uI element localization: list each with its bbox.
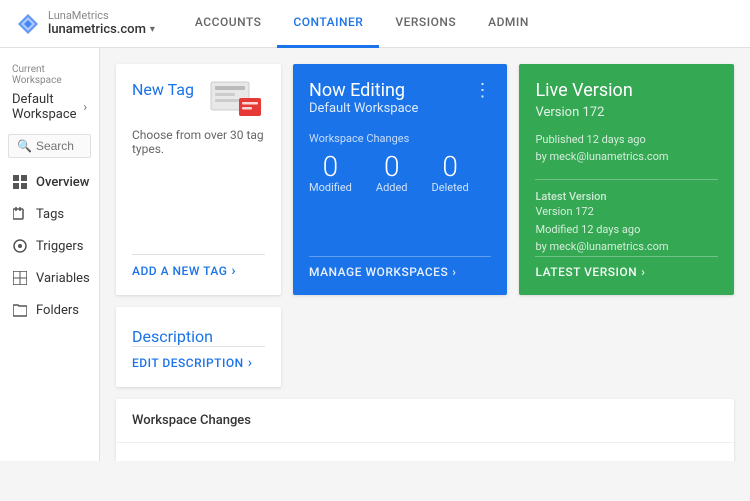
domain-chevron: ▾ <box>150 24 155 36</box>
folders-icon <box>12 302 28 318</box>
workspace-changes-label: Workspace Changes <box>309 132 491 145</box>
edit-description-link[interactable]: EDIT DESCRIPTION › <box>132 346 265 371</box>
search-input[interactable] <box>36 139 82 153</box>
link-arrow-icon: › <box>231 263 236 279</box>
new-tag-title: New Tag <box>132 80 194 99</box>
changes-row: 0 Modified 0 Added 0 Deleted <box>309 153 491 194</box>
tag-shape-icon <box>209 80 265 122</box>
live-version-title: Live Version <box>535 80 718 101</box>
logo-area: LunaMetrics lunametrics.com ▾ <box>16 9 155 38</box>
workspace-changes-body: This workspace has no changes. LEARN MOR… <box>116 442 734 461</box>
brand-domain[interactable]: lunametrics.com ▾ <box>48 22 155 38</box>
variables-icon <box>12 270 28 286</box>
workspace-changes-header[interactable]: Workspace Changes <box>116 399 734 442</box>
brand-name: LunaMetrics <box>48 9 155 22</box>
description-title: Description <box>132 323 265 346</box>
main-layout: Current Workspace Default Workspace › 🔍 … <box>0 48 750 461</box>
tab-versions[interactable]: VERSIONS <box>379 0 472 48</box>
modified-count: 0 Modified <box>309 153 352 194</box>
description-card: Description EDIT DESCRIPTION › <box>116 307 281 387</box>
new-tag-description: Choose from over 30 tag types. <box>132 128 265 242</box>
sidebar-item-triggers[interactable]: Triggers <box>0 230 99 262</box>
nav-tabs: ACCOUNTS CONTAINER VERSIONS ADMIN <box>179 0 545 48</box>
link-arrow-icon: › <box>248 355 253 371</box>
triggers-icon <box>12 238 28 254</box>
published-info: Published 12 days ago by meck@lunametric… <box>535 132 718 165</box>
latest-version-info: Version 172 Modified 12 days ago by meck… <box>535 203 718 256</box>
tab-container[interactable]: CONTAINER <box>277 0 379 48</box>
latest-version-label: Latest Version <box>535 190 718 203</box>
tab-admin[interactable]: ADMIN <box>472 0 545 48</box>
sidebar-item-tags[interactable]: Tags <box>0 198 99 230</box>
sidebar-item-variables[interactable]: Variables <box>0 262 99 294</box>
workspace-label: Current Workspace <box>0 56 99 88</box>
search-box: 🔍 <box>8 134 91 158</box>
now-editing-card: Now Editing Default Workspace ⋮ Workspac… <box>293 64 507 295</box>
workspace-name-item[interactable]: Default Workspace › <box>0 88 99 130</box>
content-area: New Tag Choose from over 30 tag types. A… <box>100 48 750 461</box>
manage-workspaces-link[interactable]: MANAGE WORKSPACES › <box>309 256 491 279</box>
top-bar: LunaMetrics lunametrics.com ▾ ACCOUNTS C… <box>0 0 750 48</box>
add-new-tag-link[interactable]: ADD A NEW TAG › <box>132 254 265 279</box>
brand-text: LunaMetrics lunametrics.com ▾ <box>48 9 155 38</box>
workspace-changes-panel: Workspace Changes This workspace has no … <box>116 399 734 461</box>
latest-version-link[interactable]: LATEST VERSION › <box>535 256 718 279</box>
live-version-number: Version 172 <box>535 105 718 120</box>
tags-icon <box>12 206 28 222</box>
live-version-card: Live Version Version 172 Published 12 da… <box>519 64 734 295</box>
search-icon: 🔍 <box>17 139 32 153</box>
overview-icon <box>12 174 28 190</box>
logo-icon <box>16 12 40 36</box>
link-arrow-icon: › <box>452 265 456 279</box>
now-editing-subtitle: Default Workspace <box>309 101 418 116</box>
divider <box>535 179 718 180</box>
sidebar-item-folders[interactable]: Folders <box>0 294 99 326</box>
sidebar: Current Workspace Default Workspace › 🔍 … <box>0 48 100 461</box>
link-arrow-icon: › <box>641 265 645 279</box>
added-count: 0 Added <box>376 153 408 194</box>
now-editing-title: Now Editing <box>309 80 418 101</box>
cards-row: New Tag Choose from over 30 tag types. A… <box>116 64 734 295</box>
tab-accounts[interactable]: ACCOUNTS <box>179 0 278 48</box>
new-tag-card: New Tag Choose from over 30 tag types. A… <box>116 64 281 295</box>
more-options-button[interactable]: ⋮ <box>473 80 491 101</box>
deleted-count: 0 Deleted <box>432 153 469 194</box>
workspace-chevron: › <box>83 100 87 114</box>
sidebar-item-overview[interactable]: Overview <box>0 166 99 198</box>
